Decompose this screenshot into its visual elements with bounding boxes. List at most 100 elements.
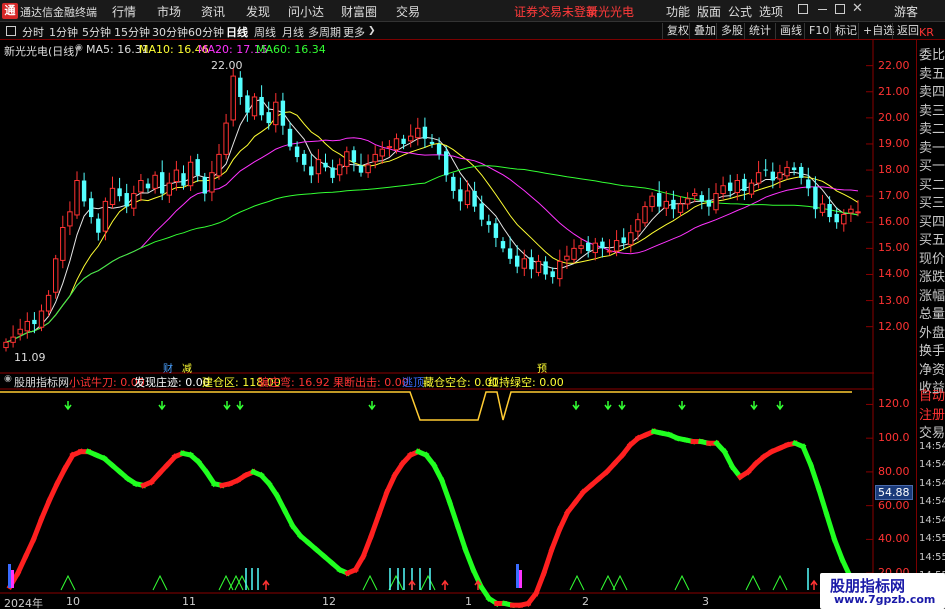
candle-body-up	[74, 180, 80, 216]
main-chart-title: 新光光电(日线)	[4, 45, 79, 58]
menu-zixun[interactable]: 资讯	[201, 3, 225, 20]
panel-field-0[interactable]: 委比	[919, 44, 945, 63]
period-fenshi[interactable]: 分时	[22, 24, 44, 40]
more-chevron-icon[interactable]: ❯	[368, 26, 376, 36]
panel-sub-field-3[interactable]: 14:54	[919, 441, 945, 452]
candle-body-down	[323, 162, 328, 168]
candle-body-up	[45, 294, 52, 312]
marker-jian[interactable]: 减	[182, 360, 192, 375]
period-30min[interactable]: 30分钟	[152, 24, 188, 40]
menu-gongshi[interactable]: 公式	[728, 3, 752, 20]
menu-banmian[interactable]: 版面	[697, 3, 721, 20]
dropdown-icon[interactable]: ◉	[75, 43, 83, 53]
panel-field-5[interactable]: 卖一	[919, 137, 945, 156]
candle-body-down	[500, 241, 506, 249]
panel-field-15[interactable]: 外盘	[919, 322, 945, 341]
menu-shichang[interactable]: 市场	[157, 3, 181, 20]
panel-field-14[interactable]: 总量	[919, 303, 945, 322]
candle-body-up	[38, 310, 45, 328]
candle-body-up	[67, 211, 73, 227]
panel-sub-field-7[interactable]: 14:54	[919, 515, 945, 526]
panel-field-12[interactable]: 涨跌	[919, 266, 945, 285]
panel-sub-field-2[interactable]: 交易	[919, 422, 945, 441]
minimize-icon[interactable]	[818, 9, 827, 10]
menu-caifuquan[interactable]: 财富圈	[341, 3, 377, 20]
indicator-value-7: 红持绿空: 0.00	[488, 376, 564, 389]
tongji-button[interactable]: 统计	[744, 23, 775, 39]
menu-faxian[interactable]: 发现	[246, 3, 270, 20]
f10-button[interactable]: F10	[804, 23, 833, 39]
period-5min[interactable]: 5分钟	[82, 24, 111, 40]
panel-field-3[interactable]: 卖三	[919, 100, 945, 119]
app-title: 通达信金融终端	[20, 6, 97, 19]
menu-wenxiaoda[interactable]: 问小达	[288, 3, 324, 20]
marker-yu[interactable]: 预	[537, 360, 547, 375]
panel-field-7[interactable]: 买二	[919, 174, 945, 193]
guest-label[interactable]: 游客	[894, 3, 918, 20]
panel-field-6[interactable]: 买一	[919, 155, 945, 174]
panel-sub-field-8[interactable]: 14:55	[919, 533, 945, 544]
panel-field-11[interactable]: 现价	[919, 248, 945, 267]
buy-arrow-icon	[441, 579, 449, 590]
marker-cai[interactable]: 财	[163, 360, 173, 375]
indicator-segment	[823, 510, 838, 543]
kline-chart-svg[interactable]	[0, 40, 874, 609]
bottom-triangle-icon	[600, 574, 616, 591]
candle-body-up	[60, 226, 66, 261]
menu-gongneng[interactable]: 功能	[666, 3, 690, 20]
layout-icon[interactable]	[798, 4, 808, 14]
huaxian-button[interactable]: 画线	[775, 23, 806, 39]
period-60min[interactable]: 60分钟	[188, 24, 224, 40]
menu-xuanxiang[interactable]: 选项	[759, 3, 783, 20]
period-daily[interactable]: 日线	[226, 24, 248, 40]
checkbox-icon[interactable]	[6, 26, 16, 36]
panel-field-4[interactable]: 卖二	[919, 118, 945, 137]
biaoji-button[interactable]: 标记	[830, 23, 861, 39]
panel-sub-field-6[interactable]: 14:54	[919, 496, 945, 507]
period-multi[interactable]: 多周期	[308, 24, 341, 40]
period-monthly[interactable]: 月线	[282, 24, 304, 40]
candle-body-up	[138, 180, 144, 193]
indicator-segment	[53, 465, 69, 488]
panel-sub-field-4[interactable]: 14:54	[919, 459, 945, 470]
signal-marker	[516, 564, 519, 588]
indicator-segment	[281, 507, 297, 530]
close-icon[interactable]: ✕	[852, 1, 863, 16]
candle-body-down	[656, 193, 662, 207]
candle-body-up	[628, 232, 634, 246]
bottom-triangle-icon	[152, 574, 168, 591]
sell-arrow-icon	[236, 401, 244, 411]
sell-arrow-icon	[604, 401, 612, 411]
panel-sub-field-1[interactable]: 注册	[919, 404, 945, 423]
period-1min[interactable]: 1分钟	[49, 24, 78, 40]
duogu-button[interactable]: 多股	[716, 23, 747, 39]
maximize-icon[interactable]	[835, 4, 845, 14]
panel-field-13[interactable]: 涨幅	[919, 285, 945, 304]
panel-field-1[interactable]: 卖五	[919, 63, 945, 82]
panel-field-2[interactable]: 卖四	[919, 81, 945, 100]
menu-jiaoyi[interactable]: 交易	[396, 3, 420, 20]
chart-area[interactable]: 新光光电(日线) ◉ MA5: 16.31 MA10: 16.46 MA20: …	[0, 40, 913, 609]
panel-field-10[interactable]: 买五	[919, 229, 945, 248]
quote-side-panel[interactable]: KR 委比 卖五 卖四 卖三 卖二 卖一 买一 买二 买三 买四 买五 现价 涨跌 涨幅 总量 外盘 换手 净资收…	[916, 26, 945, 609]
panel-field-9[interactable]: 买四	[919, 211, 945, 230]
panel-field-16[interactable]: 换手	[919, 340, 945, 359]
period-15min[interactable]: 15分钟	[114, 24, 150, 40]
menu-hangqing[interactable]: 行情	[112, 3, 136, 20]
indicator-title[interactable]: 股朋指标网	[14, 374, 69, 390]
candle-body-down	[699, 195, 705, 202]
period-more[interactable]: 更多	[343, 24, 365, 40]
period-weekly[interactable]: 周线	[254, 24, 276, 40]
panel-sub-field-5[interactable]: 14:54	[919, 478, 945, 489]
candle-body-up	[315, 159, 322, 175]
bottom-triangle-icon	[772, 574, 788, 591]
candle-body-down	[600, 241, 605, 249]
indicator-dropdown-icon[interactable]: ◉	[4, 374, 12, 384]
panel-field-8[interactable]: 买三	[919, 192, 945, 211]
panel-sub-field-0[interactable]: 自动	[919, 385, 945, 404]
watermark-badge: 股朋指标网 www.7gpzb.com	[820, 573, 945, 609]
panel-field-17[interactable]: 净资	[919, 359, 945, 378]
candle-body-down	[529, 257, 534, 270]
candle-body-up	[777, 172, 783, 180]
panel-sub-field-9[interactable]: 14:55	[919, 552, 945, 563]
